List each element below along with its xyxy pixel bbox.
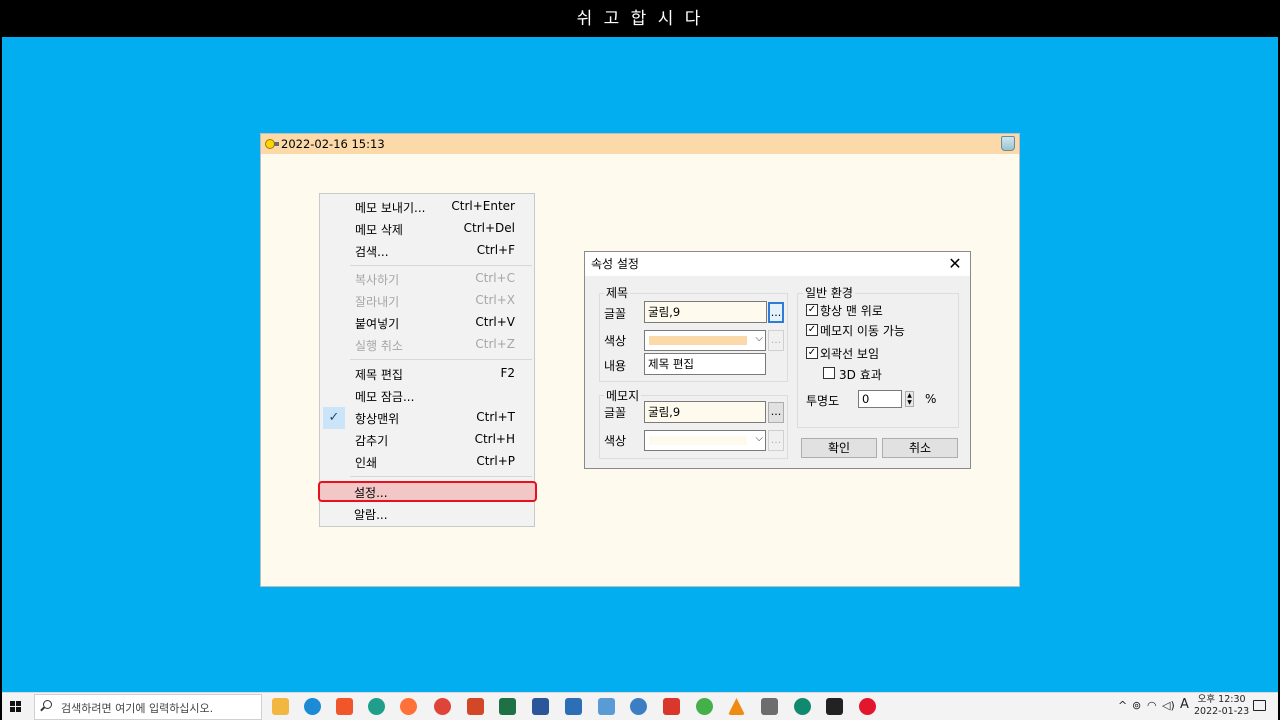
memo-font-label: 글꼴 <box>604 406 627 420</box>
vlc-icon[interactable] <box>728 698 745 715</box>
memo-font-field[interactable]: 굴림,9 <box>644 401 766 423</box>
menu-item-alarm[interactable]: 알람... <box>320 503 532 525</box>
firefox-icon[interactable] <box>400 698 417 715</box>
ime-indicator[interactable]: A <box>1180 697 1189 712</box>
cancel-button[interactable]: 취소 <box>882 438 958 458</box>
calculator-icon[interactable] <box>761 698 778 715</box>
powerpoint-icon[interactable] <box>467 698 484 715</box>
title-content-input[interactable]: 제목 편집 <box>644 353 766 375</box>
search-icon <box>43 700 52 709</box>
opacity-unit: % <box>925 392 937 406</box>
menu-separator <box>350 359 532 360</box>
app-icon[interactable] <box>663 698 680 715</box>
memo-color-button: ... <box>768 430 784 451</box>
memo-group-caption: 메모지 <box>604 387 642 404</box>
memo-title-bar[interactable]: 2022-02-16 15:13 <box>261 134 1019 154</box>
sticky-notes-icon[interactable] <box>826 698 843 715</box>
app-icon[interactable] <box>368 698 385 715</box>
app-icon[interactable] <box>630 698 647 715</box>
app-icon[interactable] <box>696 698 713 715</box>
menu-item-edit-title[interactable]: 제목 편집 F2 <box>321 363 533 385</box>
show-border-checkbox[interactable]: ✓ <box>806 347 818 359</box>
network-icon[interactable]: ⊚ <box>1132 699 1141 712</box>
memo-color-label: 색상 <box>604 434 627 448</box>
banner-title: 쉬 고 합 시 다 <box>0 0 1280 37</box>
menu-item-search[interactable]: 검색... Ctrl+F <box>321 240 533 262</box>
menu-item-undo: 실행 취소 Ctrl+Z <box>355 337 515 353</box>
menu-item-paste[interactable]: 붙여넣기 Ctrl+V <box>321 312 533 334</box>
title-color-swatch <box>649 336 747 345</box>
edge-dev-icon[interactable] <box>794 698 811 715</box>
menu-item-settings[interactable]: 설정... <box>320 481 532 503</box>
excel-icon[interactable] <box>499 698 516 715</box>
menu-item-lock[interactable]: 메모 잠금... <box>321 385 533 407</box>
always-on-top-label: 항상 맨 위로 <box>820 304 883 318</box>
title-font-button[interactable]: ... <box>768 302 784 323</box>
wifi-icon[interactable]: ◠ <box>1147 699 1157 712</box>
volume-icon[interactable]: ◁) <box>1162 699 1175 712</box>
taskbar-search-input[interactable]: 검색하려면 여기에 입력하십시오. <box>34 694 262 720</box>
title-color-button: ... <box>768 330 784 351</box>
menu-item-always-on-top[interactable]: ✓ 항상맨위 Ctrl+T <box>321 407 533 429</box>
clock-date: 2022-01-23 <box>1194 706 1250 717</box>
edge-icon[interactable] <box>304 698 321 715</box>
taskbar-clock[interactable]: 오후 12:30 2022-01-23 <box>1194 694 1249 718</box>
trash-icon[interactable] <box>1001 136 1015 151</box>
title-color-select[interactable]: ⌵ <box>644 330 766 351</box>
chevron-down-icon: ⌵ <box>755 433 763 444</box>
show-border-label: 외곽선 보임 <box>820 347 880 361</box>
title-content-label: 내용 <box>604 359 627 373</box>
app-icon[interactable] <box>598 698 615 715</box>
opacity-input[interactable]: 0 <box>858 390 902 408</box>
ok-button[interactable]: 확인 <box>801 438 877 458</box>
tray-chevron-icon[interactable]: ^ <box>1118 699 1127 712</box>
menu-item-copy: 복사하기 Ctrl+C <box>355 271 515 287</box>
file-explorer-icon[interactable] <box>272 698 289 715</box>
menu-item-hide[interactable]: 감추기 Ctrl+H <box>321 429 533 451</box>
menu-item-cut: 잘라내기 Ctrl+X <box>355 293 515 309</box>
clock-time: 오후 12:30 <box>1197 694 1246 705</box>
title-color-label: 색상 <box>604 334 627 348</box>
context-menu: 메모 보내기... Ctrl+Enter 메모 삭제 Ctrl+Del 검색..… <box>319 193 535 527</box>
close-icon[interactable]: ✕ <box>946 252 964 276</box>
chrome-icon[interactable] <box>434 698 451 715</box>
app-icon[interactable] <box>565 698 582 715</box>
dialog-title-bar[interactable]: 속성 설정 ✕ <box>585 252 970 276</box>
search-placeholder: 검색하려면 여기에 입력하십시오. <box>61 702 214 715</box>
memo-font-button[interactable]: ... <box>768 402 784 423</box>
opacity-label: 투명도 <box>806 394 840 408</box>
movable-checkbox[interactable]: ✓ <box>806 324 818 336</box>
menu-separator <box>350 476 532 477</box>
menu-item-send[interactable]: 메모 보내기... Ctrl+Enter <box>321 196 533 218</box>
movable-label: 메모지 이동 가능 <box>820 324 905 338</box>
opacity-stepper[interactable]: ▲ ▼ <box>905 391 914 407</box>
title-font-field[interactable]: 굴림,9 <box>644 301 767 323</box>
effect-3d-label: 3D 효과 <box>839 368 882 382</box>
opera-icon[interactable] <box>859 698 876 715</box>
menu-item-print[interactable]: 인쇄 Ctrl+P <box>321 451 533 473</box>
checkmark-icon: ✓ <box>323 407 345 429</box>
chevron-down-icon: ⌵ <box>755 333 763 344</box>
menu-separator <box>350 265 532 266</box>
title-group-caption: 제목 <box>604 284 631 301</box>
brave-icon[interactable] <box>336 698 353 715</box>
taskbar: 검색하려면 여기에 입력하십시오. ^ ⊚ ◠ ◁) A 오후 12:30 20… <box>2 692 1278 720</box>
word-icon[interactable] <box>532 698 549 715</box>
always-on-top-checkbox[interactable]: ✓ <box>806 304 818 316</box>
memo-color-swatch <box>649 436 747 445</box>
memo-color-select[interactable]: ⌵ <box>644 430 766 451</box>
notification-icon[interactable] <box>1253 700 1266 711</box>
memo-title: 2022-02-16 15:13 <box>281 137 385 151</box>
dialog-title: 속성 설정 <box>591 257 639 271</box>
windows-start-icon[interactable] <box>10 701 22 713</box>
general-group-caption: 일반 환경 <box>803 284 855 301</box>
effect-3d-checkbox[interactable] <box>823 367 835 379</box>
title-font-label: 글꼴 <box>604 307 627 321</box>
memo-menu-icon[interactable] <box>265 139 279 149</box>
menu-item-delete[interactable]: 메모 삭제 Ctrl+Del <box>321 218 533 240</box>
properties-dialog: 속성 설정 ✕ 제목 글꼴 굴림,9 ... 색상 ⌵ ... 내용 제목 편집… <box>584 251 971 469</box>
